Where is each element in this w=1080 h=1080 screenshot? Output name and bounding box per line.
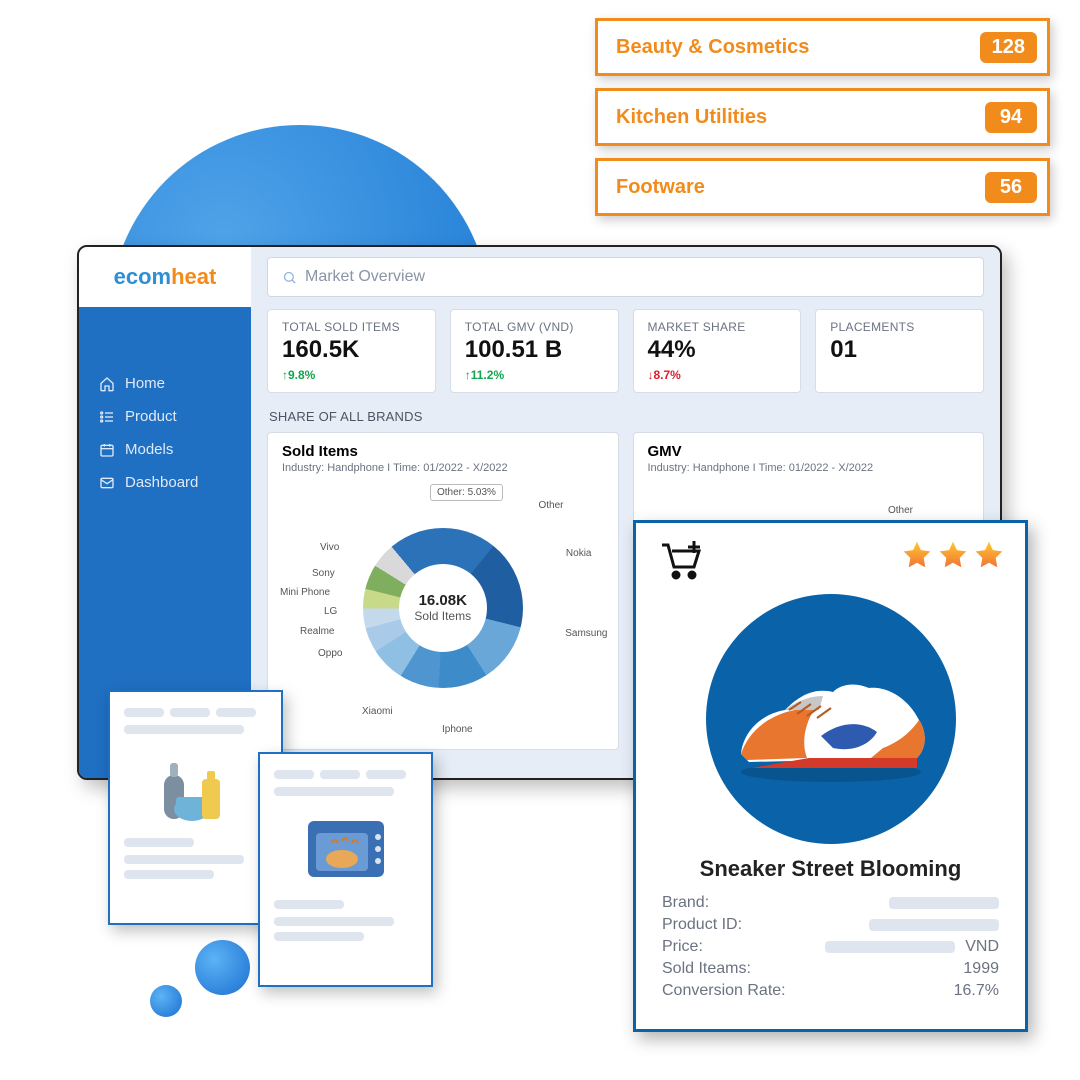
oven-icon	[274, 804, 417, 890]
mini-card-beauty[interactable]	[108, 690, 283, 925]
section-title: SHARE OF ALL BRANDS	[269, 409, 982, 424]
sidebar-nav: Home Product Models Dashboard	[79, 307, 251, 499]
kpi-row: TOTAL SOLD ITEMS 160.5K ↑9.8% TOTAL GMV …	[267, 309, 984, 393]
star-icon	[973, 539, 1005, 571]
search-placeholder: Market Overview	[305, 268, 425, 286]
category-count: 56	[985, 172, 1037, 203]
star-icon	[901, 539, 933, 571]
calendar-icon	[99, 442, 115, 458]
product-title: Sneaker Street Blooming	[656, 856, 1005, 882]
category-bars: Beauty & Cosmetics 128 Kitchen Utilities…	[595, 18, 1050, 216]
product-image	[706, 594, 956, 844]
product-row: Product ID:	[656, 914, 1005, 936]
cart-add-icon[interactable]	[656, 539, 704, 588]
mail-icon	[99, 475, 115, 491]
home-icon	[99, 376, 115, 392]
sidebar-item-models[interactable]: Models	[95, 433, 235, 466]
product-row: Conversion Rate:16.7%	[656, 980, 1005, 1002]
sidebar-item-label: Home	[125, 375, 165, 392]
panel-sold-items: Sold Items Industry: Handphone I Time: 0…	[267, 432, 619, 750]
sidebar-item-home[interactable]: Home	[95, 367, 235, 400]
category-bar[interactable]: Kitchen Utilities 94	[595, 88, 1050, 146]
category-bar[interactable]: Footware 56	[595, 158, 1050, 216]
category-count: 94	[985, 102, 1037, 133]
sidebar-item-label: Models	[125, 441, 173, 458]
rating-stars	[901, 539, 1005, 571]
category-name: Footware	[616, 176, 705, 199]
list-icon	[99, 409, 115, 425]
category-name: Kitchen Utilities	[616, 106, 767, 129]
product-card[interactable]: Sneaker Street Blooming Brand: Product I…	[633, 520, 1028, 1032]
product-row: Brand:	[656, 892, 1005, 914]
chart-label: Other	[888, 505, 913, 516]
sidebar-item-dashboard[interactable]: Dashboard	[95, 466, 235, 499]
kpi-gmv: TOTAL GMV (VND) 100.51 B ↑11.2%	[450, 309, 619, 393]
search-input[interactable]: Market Overview	[267, 257, 984, 297]
product-row: Price:VND	[656, 936, 1005, 958]
sidebar-item-product[interactable]: Product	[95, 400, 235, 433]
category-count: 128	[980, 32, 1037, 63]
kpi-market-share: MARKET SHARE 44% ↓8.7%	[633, 309, 802, 393]
product-row: Sold Iteams:1999	[656, 958, 1005, 980]
kpi-placements: PLACEMENTS 01	[815, 309, 984, 393]
sidebar-item-label: Product	[125, 408, 177, 425]
search-icon	[282, 270, 297, 285]
cosmetics-icon	[124, 742, 267, 828]
sidebar-item-label: Dashboard	[125, 474, 198, 491]
donut-chart: Other: 5.03% 16.08K Sold Items Other Nok…	[282, 480, 604, 735]
category-bar[interactable]: Beauty & Cosmetics 128	[595, 18, 1050, 76]
mini-card-kitchen[interactable]	[258, 752, 433, 987]
category-name: Beauty & Cosmetics	[616, 36, 809, 59]
kpi-sold-items: TOTAL SOLD ITEMS 160.5K ↑9.8%	[267, 309, 436, 393]
star-icon	[937, 539, 969, 571]
brand-logo: ecomheat	[79, 247, 251, 307]
